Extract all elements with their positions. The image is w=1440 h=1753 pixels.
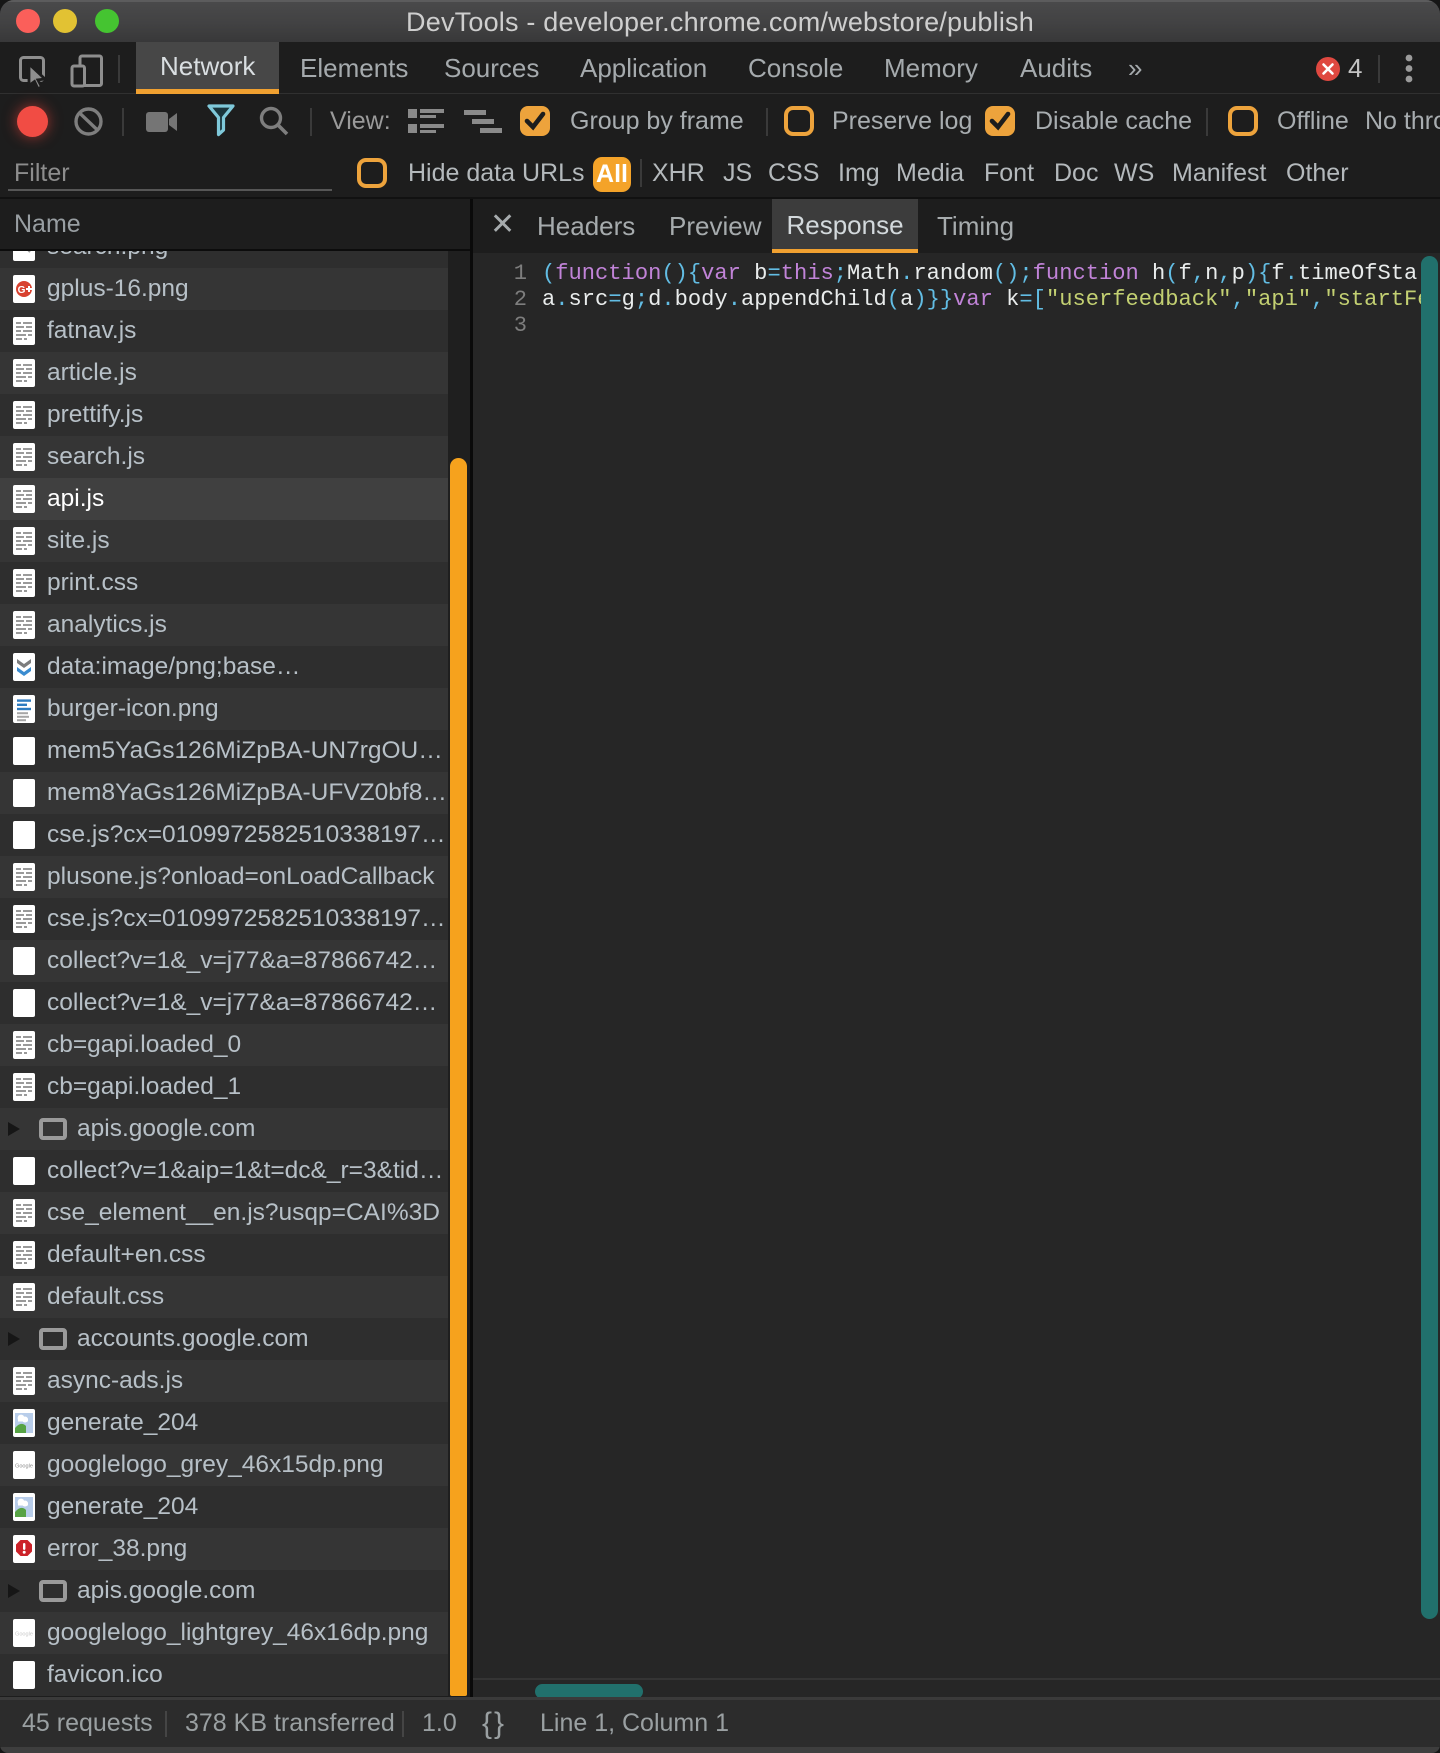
svg-text:G: G <box>18 285 26 296</box>
svg-text:Google: Google <box>15 1632 33 1638</box>
svg-text:Google: Google <box>15 1464 33 1470</box>
